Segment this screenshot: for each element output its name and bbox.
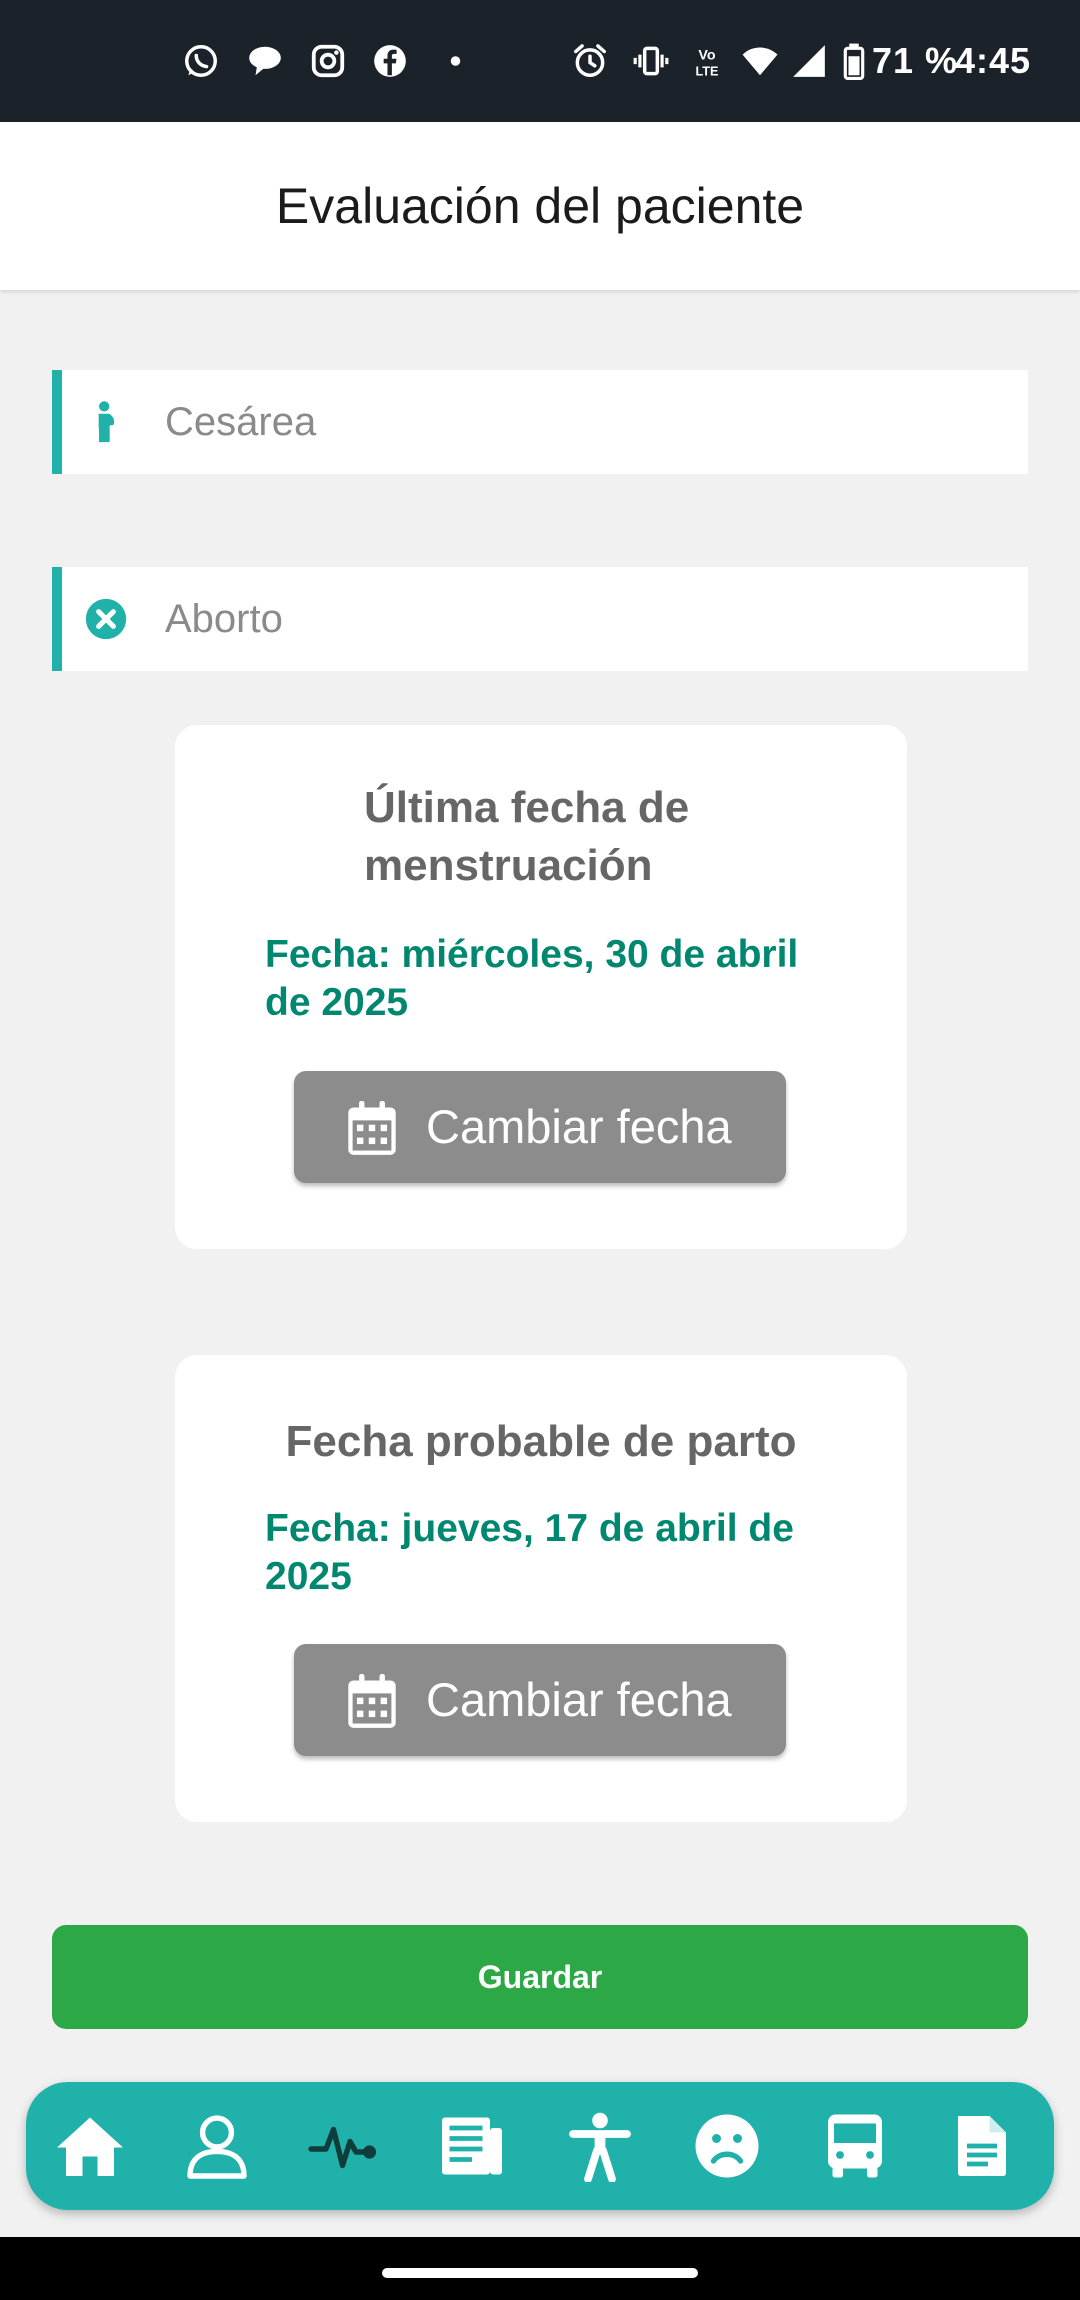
- nav-news[interactable]: [436, 2110, 508, 2182]
- sad-face-icon: [695, 2114, 759, 2178]
- alarm-icon: [574, 44, 606, 77]
- nav-body[interactable]: [564, 2110, 636, 2183]
- battery-icon: [843, 43, 865, 80]
- save-button[interactable]: Guardar: [52, 1925, 1028, 2029]
- facebook-icon: [374, 45, 406, 77]
- nav-home[interactable]: [54, 2110, 126, 2182]
- signal-icon: [793, 45, 825, 77]
- user-icon: [187, 2115, 247, 2179]
- dot-icon: [450, 56, 461, 66]
- vibrate-icon: [633, 46, 669, 76]
- document-icon: [958, 2116, 1006, 2176]
- person-standing-icon: [569, 2112, 631, 2183]
- cesarea-field[interactable]: Cesárea: [52, 370, 1028, 474]
- change-date-label: Cambiar fecha: [426, 1673, 732, 1726]
- calendar-icon: [348, 1101, 396, 1155]
- due-date-card: Fecha probable de parto Fecha: jueves, 1…: [175, 1355, 907, 1822]
- clock: 4:45: [955, 40, 1032, 81]
- x-circle-icon: [85, 598, 127, 640]
- due-date-title: Fecha probable de parto: [285, 1417, 797, 1466]
- nav-profile[interactable]: [181, 2110, 253, 2182]
- battery-percent: 71 %: [872, 40, 959, 81]
- page-title: Evaluación del paciente: [275, 178, 805, 234]
- home-gesture-handle[interactable]: [382, 2268, 698, 2278]
- instagram-icon: [311, 44, 345, 78]
- aborto-label: Aborto: [165, 597, 283, 641]
- change-due-date-button[interactable]: Cambiar fecha: [294, 1644, 786, 1756]
- wifi-icon: [742, 47, 778, 76]
- app-header: Evaluación del paciente: [0, 122, 1080, 290]
- home-icon: [57, 2117, 123, 2176]
- volte-icon: Vo LTE: [696, 47, 719, 78]
- status-bar: Vo LTE 71 % 4:45: [0, 0, 1080, 122]
- calendar-icon: [348, 1674, 396, 1728]
- cesarea-label: Cesárea: [165, 400, 317, 444]
- last-menstruation-date: Fecha: miércoles, 30 de abril de 2025: [265, 933, 799, 1024]
- nav-mood[interactable]: [691, 2110, 763, 2182]
- whatsapp-icon: [185, 45, 217, 77]
- chat-bubble-icon: [249, 46, 281, 76]
- change-date-label: Cambiar fecha: [426, 1100, 732, 1153]
- nav-documents[interactable]: [946, 2110, 1018, 2182]
- newspaper-icon: [442, 2117, 502, 2175]
- heartbeat-icon: [308, 2126, 377, 2169]
- gesture-navigation-bar: [0, 2237, 1080, 2300]
- aborto-field[interactable]: Aborto: [52, 567, 1028, 671]
- due-date-date: Fecha: jueves, 17 de abril de 2025: [265, 1507, 794, 1598]
- svg-text:Vo: Vo: [698, 47, 715, 63]
- bottom-navigation: [26, 2082, 1054, 2210]
- nav-vitals[interactable]: [308, 2110, 380, 2182]
- last-menstruation-title: Última fecha de menstruación: [364, 783, 690, 890]
- svg-text:LTE: LTE: [696, 64, 719, 78]
- last-menstruation-card: Última fecha de menstruación Fecha: miér…: [175, 725, 907, 1249]
- change-last-menstruation-date-button[interactable]: Cambiar fecha: [294, 1071, 786, 1183]
- bus-icon: [828, 2114, 882, 2178]
- pregnant-person-icon: [98, 401, 115, 443]
- nav-transport[interactable]: [819, 2110, 891, 2182]
